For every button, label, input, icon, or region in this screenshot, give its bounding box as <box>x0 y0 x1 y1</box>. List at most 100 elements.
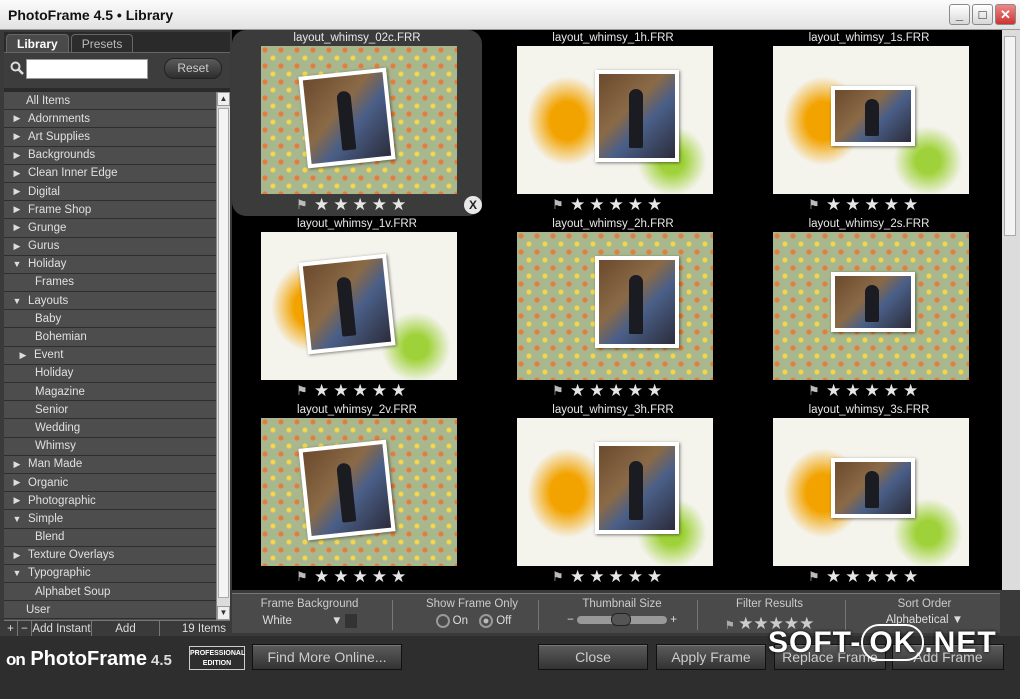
maximize-button[interactable]: □ <box>972 4 993 25</box>
frame-thumbnail-cell[interactable]: layout_whimsy_1s.FRR ⚑ ★ ★ ★ ★ ★ <box>744 30 994 216</box>
collapsed-arrow-icon[interactable]: ▶ <box>12 550 22 561</box>
tab-library[interactable]: Library <box>6 34 69 52</box>
close-button[interactable]: Close <box>538 644 648 670</box>
rating-stars[interactable]: ⚑ ★ ★ ★ ★ ★ <box>552 568 662 585</box>
star-icon[interactable]: ★ <box>903 382 918 399</box>
grid-scroll-thumb[interactable] <box>1004 36 1016 236</box>
collapsed-arrow-icon[interactable]: ▶ <box>12 150 22 161</box>
star-icon[interactable]: ★ <box>372 568 387 585</box>
tree-scrollbar[interactable]: ▲ ▼ <box>216 92 230 620</box>
tree-item[interactable]: Blend <box>4 529 216 547</box>
star-icon[interactable]: ★ <box>333 196 348 213</box>
find-more-online-button[interactable]: Find More Online... <box>252 644 402 670</box>
flag-icon[interactable]: ⚑ <box>296 384 310 398</box>
star-icon[interactable]: ★ <box>570 196 585 213</box>
scroll-thumb[interactable] <box>218 108 229 598</box>
tree-item[interactable]: All Items <box>4 92 216 111</box>
star-icon[interactable]: ★ <box>647 568 662 585</box>
tree-item[interactable]: ▼ Typographic <box>4 565 216 584</box>
apply-frame-button[interactable]: Apply Frame <box>656 644 766 670</box>
star-icon[interactable]: ★ <box>865 382 880 399</box>
star-icon[interactable]: ★ <box>647 382 662 399</box>
tree-item[interactable]: Holiday <box>4 365 216 383</box>
tree-item[interactable]: Wedding <box>4 419 216 438</box>
rating-stars[interactable]: ⚑ ★ ★ ★ ★ ★ <box>808 196 918 213</box>
star-icon[interactable]: ★ <box>609 196 624 213</box>
flag-icon[interactable]: ⚑ <box>808 384 822 398</box>
star-icon[interactable]: ★ <box>865 568 880 585</box>
collapsed-arrow-icon[interactable]: ▶ <box>12 222 22 233</box>
star-icon[interactable]: ★ <box>884 568 899 585</box>
expanded-arrow-icon[interactable]: ▼ <box>12 259 22 269</box>
tree-item[interactable]: ▶ Grunge <box>4 219 216 238</box>
remove-thumbnail-button[interactable]: X <box>464 196 482 214</box>
star-icon[interactable]: ★ <box>865 196 880 213</box>
filter-star-icon[interactable]: ★ <box>753 614 768 633</box>
star-icon[interactable]: ★ <box>647 196 662 213</box>
collapsed-arrow-icon[interactable]: ▶ <box>12 477 22 488</box>
flag-icon[interactable]: ⚑ <box>808 198 822 212</box>
star-icon[interactable]: ★ <box>609 568 624 585</box>
collapsed-arrow-icon[interactable]: ▶ <box>12 186 22 197</box>
minimize-button[interactable]: _ <box>949 4 970 25</box>
expanded-arrow-icon[interactable]: ▼ <box>12 296 22 306</box>
frame-thumbnail-cell[interactable]: layout_whimsy_2s.FRR ⚑ ★ ★ ★ ★ ★ <box>744 216 994 402</box>
star-icon[interactable]: ★ <box>589 382 604 399</box>
frame-preview-image[interactable] <box>261 418 457 566</box>
collapsed-arrow-icon[interactable]: ▶ <box>12 168 22 179</box>
star-icon[interactable]: ★ <box>589 196 604 213</box>
star-icon[interactable]: ★ <box>589 568 604 585</box>
scroll-down-icon[interactable]: ▼ <box>217 606 230 620</box>
size-increase-icon[interactable]: + <box>670 614 677 626</box>
tree-item[interactable]: ▼ Simple <box>4 510 216 529</box>
star-icon[interactable]: ★ <box>391 568 406 585</box>
star-icon[interactable]: ★ <box>314 382 329 399</box>
collapsed-arrow-icon[interactable]: ▶ <box>12 204 22 215</box>
collapsed-arrow-icon[interactable]: ▶ <box>12 495 22 506</box>
tree-item[interactable]: Senior <box>4 401 216 420</box>
grid-scrollbar[interactable] <box>1002 30 1020 590</box>
show-frame-off-radio[interactable] <box>479 614 494 628</box>
frame-thumbnail-cell[interactable]: layout_whimsy_1h.FRR ⚑ ★ ★ ★ ★ ★ <box>488 30 738 216</box>
frame-thumbnail-cell[interactable]: layout_whimsy_3s.FRR ⚑ ★ ★ ★ ★ ★ <box>744 402 994 588</box>
tree-item[interactable]: ▶ Event <box>4 347 216 365</box>
star-icon[interactable]: ★ <box>391 382 406 399</box>
frame-thumbnail-cell[interactable]: layout_whimsy_2v.FRR ⚑ ★ ★ ★ ★ ★ <box>232 402 482 588</box>
frame-preview-image[interactable] <box>517 232 713 380</box>
rating-stars[interactable]: ⚑ ★ ★ ★ ★ ★ <box>552 196 662 213</box>
star-icon[interactable]: ★ <box>314 196 329 213</box>
star-icon[interactable]: ★ <box>570 382 585 399</box>
rating-stars[interactable]: ⚑ ★ ★ ★ ★ ★ <box>296 196 406 213</box>
star-icon[interactable]: ★ <box>372 196 387 213</box>
tree-item[interactable]: ▶ Man Made <box>4 456 216 474</box>
tree-item[interactable]: Frames <box>4 274 216 293</box>
filter-star-icon[interactable]: ★ <box>738 614 753 633</box>
rating-stars[interactable]: ⚑ ★ ★ ★ ★ ★ <box>808 568 918 585</box>
frame-preview-image[interactable] <box>773 46 969 194</box>
show-frame-on-radio[interactable] <box>435 614 450 628</box>
tree-item[interactable]: ▶ Clean Inner Edge <box>4 165 216 183</box>
tree-item[interactable]: ▶ Organic <box>4 474 216 493</box>
frame-thumbnail-cell[interactable]: layout_whimsy_02c.FRR ⚑ ★ ★ ★ ★ ★ X <box>232 30 482 216</box>
star-icon[interactable]: ★ <box>845 568 860 585</box>
frame-background-select[interactable]: White ▼ <box>263 614 357 628</box>
flag-icon[interactable]: ⚑ <box>552 570 566 584</box>
thumbnail-size-slider[interactable] <box>577 612 667 626</box>
tree-item[interactable]: ▼ Holiday <box>4 256 216 274</box>
tree-item[interactable]: Magazine <box>4 383 216 402</box>
frame-preview-image[interactable] <box>261 46 457 194</box>
expanded-arrow-icon[interactable]: ▼ <box>12 514 22 524</box>
tree-item[interactable]: User <box>4 601 216 620</box>
star-icon[interactable]: ★ <box>628 382 643 399</box>
star-icon[interactable]: ★ <box>628 568 643 585</box>
star-icon[interactable]: ★ <box>884 382 899 399</box>
tree-item[interactable]: ▶ Backgrounds <box>4 147 216 165</box>
collapsed-arrow-icon[interactable]: ▶ <box>12 459 22 470</box>
rating-stars[interactable]: ⚑ ★ ★ ★ ★ ★ <box>296 382 406 399</box>
collapsed-arrow-icon[interactable]: ▶ <box>18 350 28 361</box>
star-icon[interactable]: ★ <box>903 196 918 213</box>
search-input[interactable] <box>26 59 148 79</box>
star-icon[interactable]: ★ <box>826 196 841 213</box>
flag-icon[interactable]: ⚑ <box>808 570 822 584</box>
frame-preview-image[interactable] <box>773 232 969 380</box>
